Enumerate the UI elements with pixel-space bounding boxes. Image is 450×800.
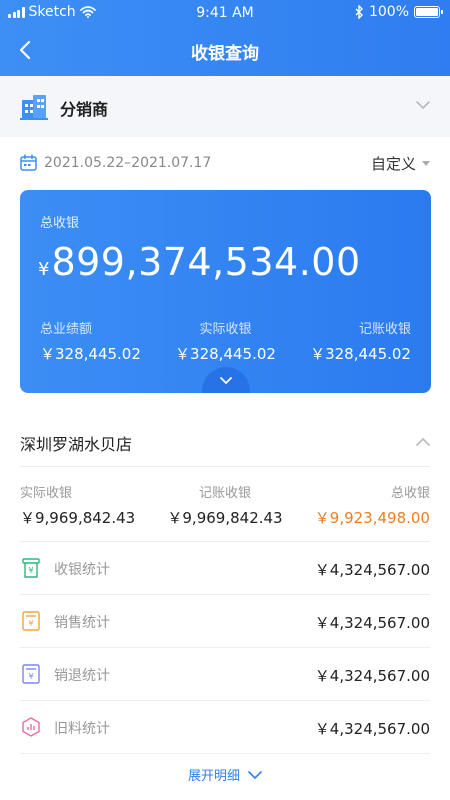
stat-label: 实际收银 <box>199 322 252 337</box>
page-title: 收银查询 <box>191 44 259 64</box>
content-panel: 2021.05.22–2021.07.17 自定义 总收银 ¥ 899,374,… <box>0 137 450 800</box>
list-item-value: ￥4,324,567.00 <box>314 614 430 632</box>
svg-text:¥: ¥ <box>28 619 33 628</box>
stat-value: ￥328,445.02 <box>310 345 411 363</box>
chevron-down-icon <box>416 101 430 110</box>
store-name: 深圳罗湖水贝店 <box>20 435 133 454</box>
total-cash-label: 总收银 <box>40 216 80 231</box>
list-item-value: ￥4,324,567.00 <box>314 667 430 685</box>
stat-value: ￥9,969,842.43 <box>167 509 283 527</box>
stat-label: 记账收银 <box>358 322 411 337</box>
battery-percent: 100% <box>368 4 409 20</box>
list-item[interactable]: 旧料统计 ￥4,324,567.00 <box>20 701 430 754</box>
calendar-icon <box>20 154 37 171</box>
list-item-label: 销售统计 <box>54 615 110 631</box>
store-stats: 实际收银 ￥9,969,842.43 记账收银 ￥9,969,842.43 总收… <box>20 482 430 542</box>
expand-details-label: 展开明细 <box>187 769 240 784</box>
summary-stat: 记账收银 ￥328,445.02 <box>310 318 411 364</box>
custom-date-label: 自定义 <box>370 155 416 173</box>
total-cash-value: 899,374,534.00 <box>51 240 361 284</box>
svg-text:¥: ¥ <box>28 672 33 681</box>
distributor-selector[interactable]: 分销商 <box>0 76 450 137</box>
header: Sketch 9:41 AM 100% 收银查询 <box>0 0 450 76</box>
date-range-row: 2021.05.22–2021.07.17 自定义 <box>20 153 430 175</box>
list-item-label: 销退统计 <box>54 668 110 684</box>
custom-date-dropdown[interactable]: 自定义 <box>371 153 430 174</box>
store-header[interactable]: 深圳罗湖水贝店 <box>20 427 430 467</box>
stat-label: 实际收银 <box>20 486 73 501</box>
chevron-down-icon <box>220 377 232 385</box>
stat-value: ￥328,445.02 <box>40 345 141 363</box>
store-stat: 记账收银 ￥9,969,842.43 <box>167 482 282 541</box>
old-material-icon <box>22 717 40 737</box>
expand-details-button[interactable]: 展开明细 <box>0 765 450 784</box>
cashier-receipt-icon: ¥ <box>22 558 40 578</box>
card-expand-button[interactable] <box>202 367 250 393</box>
list-item[interactable]: ¥ 收银统计 ￥4,324,567.00 <box>20 542 430 595</box>
chevron-up-icon <box>416 437 430 446</box>
total-cash-amount: ¥ 899,374,534.00 <box>38 240 361 284</box>
stat-label: 总业绩额 <box>40 322 93 337</box>
store-stat: 总收银 ￥9,923,498.00 <box>315 482 430 541</box>
list-item[interactable]: ¥ 销售统计 ￥4,324,567.00 <box>20 595 430 648</box>
stat-value: ￥9,923,498.00 <box>314 509 430 527</box>
list-item-value: ￥4,324,567.00 <box>314 561 430 579</box>
stat-value: ￥9,969,842.43 <box>20 509 136 527</box>
distributor-label: 分销商 <box>60 100 109 119</box>
refund-icon: ¥ <box>22 664 40 684</box>
sales-icon: ¥ <box>22 611 40 631</box>
summary-stats: 总业绩额 ￥328,445.02 实际收银 ￥328,445.02 记账收银 ￥… <box>40 318 411 364</box>
caret-down-icon <box>422 161 430 166</box>
summary-stat: 总业绩额 ￥328,445.02 <box>40 318 141 364</box>
list-item[interactable]: ¥ 销退统计 ￥4,324,567.00 <box>20 648 430 701</box>
building-icon <box>20 95 48 120</box>
stats-list: ¥ 收银统计 ￥4,324,567.00 ¥ 销售统计 ￥4,324,567.0… <box>20 542 430 754</box>
status-right: 100% <box>355 4 443 20</box>
list-item-label: 旧料统计 <box>54 721 110 737</box>
svg-text:¥: ¥ <box>28 566 33 575</box>
status-bar: Sketch 9:41 AM 100% <box>0 0 450 26</box>
date-range-text[interactable]: 2021.05.22–2021.07.17 <box>44 155 211 171</box>
list-item-label: 收银统计 <box>54 562 110 578</box>
battery-icon <box>414 6 443 18</box>
list-item-value: ￥4,324,567.00 <box>314 720 430 738</box>
chevron-down-icon <box>248 770 262 779</box>
summary-stat: 实际收银 ￥328,445.02 <box>175 318 276 364</box>
currency-symbol: ¥ <box>38 259 50 280</box>
nav-bar: 收银查询 <box>0 26 450 76</box>
bluetooth-icon <box>355 5 363 19</box>
summary-card: 总收银 ¥ 899,374,534.00 总业绩额 ￥328,445.02 实际… <box>20 190 431 393</box>
stat-label: 总收银 <box>390 486 430 501</box>
store-stat: 实际收银 ￥9,969,842.43 <box>20 482 135 541</box>
stat-label: 记账收银 <box>198 486 251 501</box>
stat-value: ￥328,445.02 <box>175 345 276 363</box>
